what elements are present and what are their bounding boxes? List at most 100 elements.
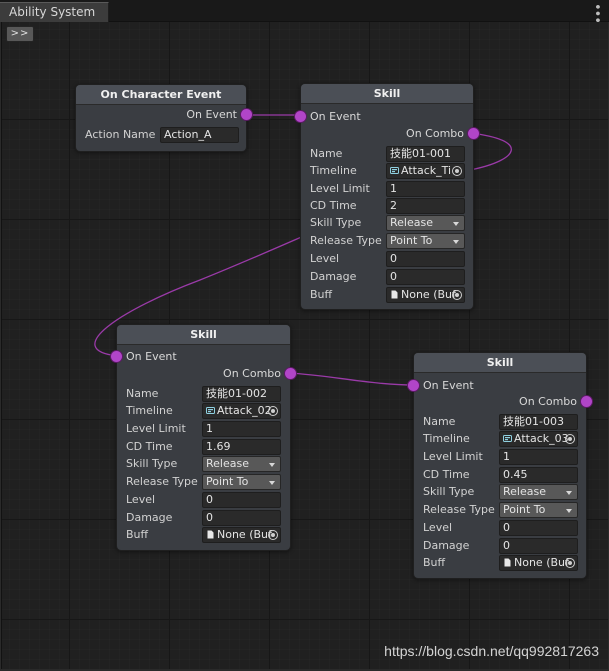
field-label: Buff [310,288,333,301]
damage-input[interactable]: 0 [499,538,578,554]
field-label: CD Time [310,199,357,212]
field-label: Level [423,521,453,534]
object-picker-icon[interactable] [452,166,462,176]
input-port-on-event[interactable]: On Event [295,109,361,125]
port-label: On Event [310,110,361,123]
input-port-on-event[interactable]: On Event [408,378,474,394]
skill-type-dropdown[interactable]: Release [386,215,465,231]
level-limit-input[interactable]: 1 [499,449,578,465]
port-dot-icon[interactable] [285,368,296,379]
more-menu-icon[interactable]: ••• [589,3,604,23]
timeline-value: Attack_Ti [401,164,452,177]
field-level: Level 0 [117,492,290,508]
output-port-on-combo[interactable]: On Combo [121,366,296,382]
level-limit-input[interactable]: 1 [386,181,465,197]
field-level: Level 0 [301,251,473,267]
field-timeline: Timeline Attack_02 [117,403,290,419]
field-label: Release Type [423,503,495,516]
object-picker-icon[interactable] [452,290,462,300]
field-damage: Damage 0 [117,510,290,526]
field-label: Buff [423,556,446,569]
port-label: On Event [126,350,177,363]
field-timeline: Timeline Attack_Ti [301,163,473,179]
release-type-dropdown[interactable]: Point To [202,474,281,490]
file-icon [504,558,511,567]
output-port-on-combo[interactable]: On Combo [417,394,592,410]
skill-type-dropdown[interactable]: Release [202,456,281,472]
name-input[interactable]: 技能01-003 [499,414,578,430]
buff-object-field[interactable]: None (Buf [386,287,465,303]
field-cd-time: CD Time 2 [301,198,473,214]
release-type-dropdown[interactable]: Point To [499,502,578,518]
damage-input[interactable]: 0 [386,269,465,285]
skill-node-2[interactable]: Skill On Event On Combo Name 技能01-002 Ti… [111,324,296,551]
field-label: Buff [126,528,149,541]
timeline-object-field[interactable]: Attack_02 [202,403,281,419]
port-dot-icon[interactable] [241,109,252,120]
dropdown-value: Release [206,457,249,470]
object-picker-icon[interactable] [268,406,278,416]
field-label: Damage [126,511,173,524]
cd-time-input[interactable]: 0.45 [499,467,578,483]
field-label: Level Limit [423,450,483,463]
field-skill-type: Skill Type Release [117,456,290,472]
release-type-dropdown[interactable]: Point To [386,233,465,249]
field-label: Name [423,415,456,428]
skill-node-1[interactable]: Skill On Event On Combo Name 技能01-001 Ti… [295,83,479,310]
level-input[interactable]: 0 [386,251,465,267]
field-damage: Damage 0 [414,538,586,554]
name-input[interactable]: 技能01-002 [202,386,281,402]
field-label: CD Time [423,468,470,481]
chevron-down-icon [453,222,459,226]
watermark-url: https://blog.csdn.net/qq992817263 [384,643,599,659]
object-picker-icon[interactable] [565,558,575,568]
window-titlebar: Ability System ••• [0,0,609,23]
output-port-on-combo[interactable]: On Combo [304,126,479,142]
skill-node-3[interactable]: Skill On Event On Combo Name 技能01-003 Ti… [408,352,592,579]
dropdown-value: Release [503,485,546,498]
cd-time-input[interactable]: 1.69 [202,439,281,455]
field-label: Skill Type [126,457,178,470]
action-name-input[interactable]: Action_A [160,127,239,143]
field-label: Skill Type [310,216,362,229]
file-icon [391,290,398,299]
port-dot-icon[interactable] [111,351,122,362]
port-dot-icon[interactable] [581,396,592,407]
field-label: Level [126,493,156,506]
dropdown-value: Release [390,216,433,229]
field-release-type: Release Type Point To [414,502,586,518]
port-label: On Combo [519,395,577,408]
buff-object-field[interactable]: None (Buf [499,555,578,571]
output-port-on-event[interactable]: On Event [77,107,252,123]
field-level-limit: Level Limit 1 [414,449,586,465]
tab-ability-system[interactable]: Ability System [0,2,110,22]
chevron-down-icon [269,463,275,467]
timeline-object-field[interactable]: Attack_Ti [386,163,465,179]
buff-value: None (Buf [217,528,272,541]
damage-input[interactable]: 0 [202,510,281,526]
field-cd-time: CD Time 0.45 [414,467,586,483]
input-port-on-event[interactable]: On Event [111,349,177,365]
name-input[interactable]: 技能01-001 [386,146,465,162]
level-input[interactable]: 0 [202,492,281,508]
field-label: Name [310,147,343,160]
level-input[interactable]: 0 [499,520,578,536]
buff-object-field[interactable]: None (Buf [202,527,281,543]
port-label: On Combo [223,367,281,380]
field-label: Level Limit [126,422,186,435]
port-dot-icon[interactable] [408,380,419,391]
field-timeline: Timeline Attack_03 [414,431,586,447]
on-character-event-node[interactable]: On Character Event On Event Action Name … [75,84,252,152]
cd-time-input[interactable]: 2 [386,198,465,214]
skill-type-dropdown[interactable]: Release [499,484,578,500]
port-dot-icon[interactable] [468,128,479,139]
level-limit-input[interactable]: 1 [202,421,281,437]
expand-toolbar-button[interactable]: >> [6,26,34,42]
field-damage: Damage 0 [301,269,473,285]
port-label: On Event [186,108,237,121]
object-picker-icon[interactable] [565,434,575,444]
object-picker-icon[interactable] [268,530,278,540]
timeline-object-field[interactable]: Attack_03 [499,431,578,447]
port-dot-icon[interactable] [295,111,306,122]
timeline-asset-icon [503,435,512,442]
